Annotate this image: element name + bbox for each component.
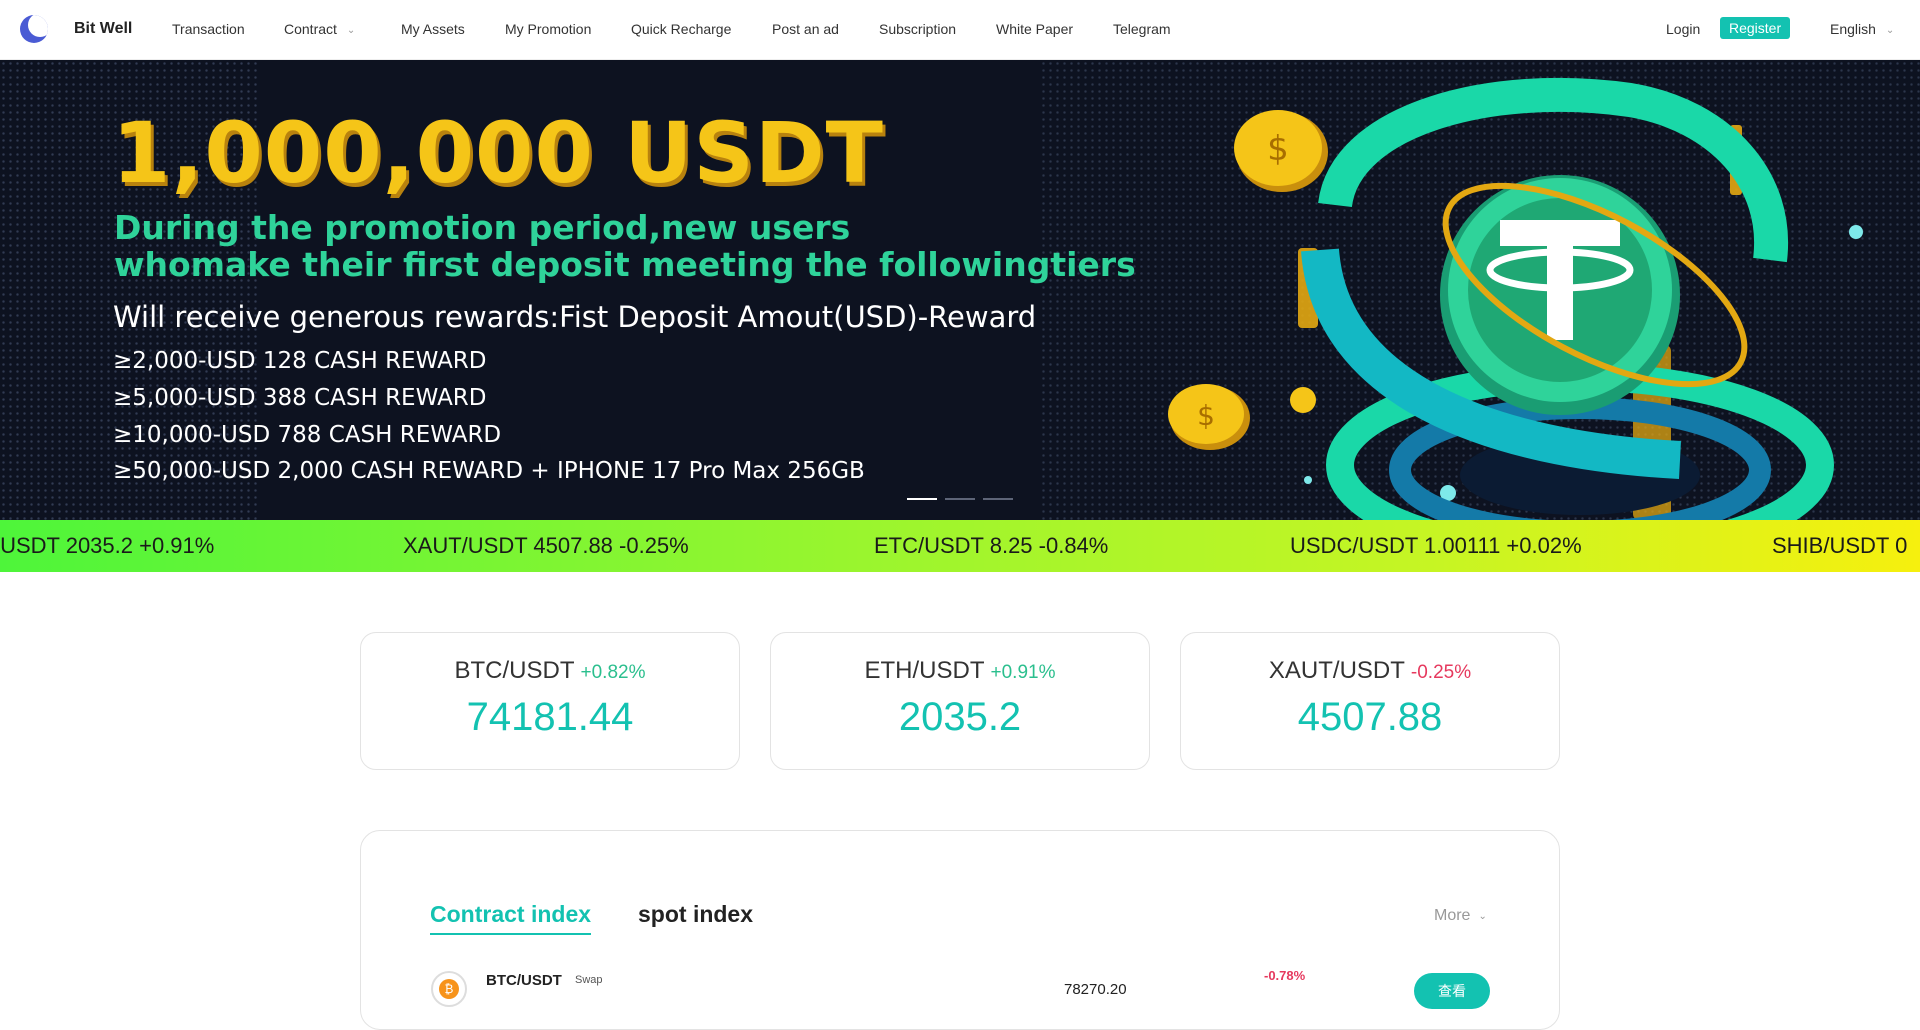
- tab-spot-index[interactable]: spot index: [638, 901, 753, 928]
- banner-tier: ≥2,000-USD 128 CASH REWARD: [113, 348, 487, 374]
- card-header: BTC/USDT +0.82%: [361, 657, 739, 685]
- card-price: 4507.88: [1297, 695, 1443, 739]
- nav-my-assets[interactable]: My Assets: [401, 21, 465, 37]
- nav-transaction[interactable]: Transaction: [172, 21, 245, 37]
- index-panel: Contract index spot index More ⌄ BTC/USDT…: [360, 830, 1560, 1030]
- banner-subtitle-line1: During the promotion period,new users: [114, 208, 851, 247]
- banner-title: 1,000,000 USDT: [112, 104, 884, 202]
- nav-white-paper[interactable]: White Paper: [996, 21, 1073, 37]
- login-link[interactable]: Login: [1666, 21, 1700, 37]
- card-change: +0.82%: [580, 662, 646, 683]
- ticker-item[interactable]: ETH/USDT 2035.2 +0.91%: [0, 533, 214, 559]
- more-label: More: [1434, 907, 1471, 924]
- chevron-down-icon: ⌄: [346, 25, 356, 36]
- nav-post-an-ad[interactable]: Post an ad: [772, 21, 839, 37]
- top-navbar: Bit Well Transaction Contract ⌄ My Assets…: [0, 0, 1920, 60]
- slide-indicator-2[interactable]: [945, 498, 975, 500]
- nav-telegram[interactable]: Telegram: [1113, 21, 1171, 37]
- tab-contract-index[interactable]: Contract index: [430, 901, 592, 935]
- register-button[interactable]: Register: [1720, 17, 1791, 39]
- ticker-item[interactable]: ETC/USDT 8.25 -0.84%: [874, 533, 1108, 559]
- card-pair: BTC/USDT: [454, 657, 575, 684]
- language-label: English: [1830, 21, 1876, 37]
- card-header: ETH/USDT +0.91%: [771, 657, 1149, 685]
- chevron-down-icon: ⌄: [1885, 25, 1895, 36]
- banner-tier: ≥5,000-USD 388 CASH REWARD: [113, 385, 487, 411]
- card-change: -0.25%: [1410, 662, 1472, 683]
- slide-indicator-1[interactable]: [907, 498, 937, 500]
- promo-banner[interactable]: 1,000,000 USDT During the promotion peri…: [0, 60, 1920, 520]
- row-price: 78270.20: [1064, 981, 1127, 998]
- svg-text:$: $: [1197, 399, 1215, 432]
- banner-body: Will receive generous rewards:Fist Depos…: [113, 300, 1037, 334]
- price-card-xaut[interactable]: XAUT/USDT -0.25% 4507.88: [1180, 632, 1560, 770]
- more-link[interactable]: More ⌄: [1434, 907, 1487, 925]
- banner-tier: ≥50,000-USD 2,000 CASH REWARD + IPHONE 1…: [113, 458, 865, 484]
- nav-contract[interactable]: Contract ⌄: [284, 21, 355, 37]
- card-change: +0.91%: [990, 662, 1056, 683]
- card-price: 74181.44: [466, 695, 634, 739]
- price-card-eth[interactable]: ETH/USDT +0.91% 2035.2: [770, 632, 1150, 770]
- logo-icon[interactable]: [20, 15, 48, 43]
- slide-indicator-3[interactable]: [983, 498, 1013, 500]
- banner-subtitle-line2: whomake their first deposit meeting the …: [114, 245, 1136, 284]
- svg-text:$: $: [1267, 129, 1289, 169]
- chevron-down-icon: ⌄: [1478, 911, 1487, 922]
- row-pair: BTC/USDT: [486, 972, 562, 989]
- nav-contract-label: Contract: [284, 21, 337, 37]
- price-card-btc[interactable]: BTC/USDT +0.82% 74181.44: [360, 632, 740, 770]
- bitcoin-icon: [431, 971, 467, 1007]
- card-header: XAUT/USDT -0.25%: [1181, 657, 1559, 685]
- banner-tier: ≥10,000-USD 788 CASH REWARD: [113, 422, 502, 448]
- language-selector[interactable]: English ⌄: [1830, 21, 1894, 37]
- ticker-item[interactable]: USDC/USDT 1.00111 +0.02%: [1290, 533, 1582, 559]
- price-ticker: ETH/USDT 2035.2 +0.91% XAUT/USDT 4507.88…: [0, 520, 1920, 572]
- nav-quick-recharge[interactable]: Quick Recharge: [631, 21, 731, 37]
- nav-subscription[interactable]: Subscription: [879, 21, 956, 37]
- ticker-item[interactable]: SHIB/USDT 0: [1772, 533, 1907, 559]
- brand-name[interactable]: Bit Well: [74, 20, 132, 38]
- tether-coin-illustration: $ $: [1168, 77, 1863, 520]
- card-pair: XAUT/USDT: [1268, 657, 1405, 684]
- view-button[interactable]: 查看: [1414, 973, 1490, 1009]
- card-price: 2035.2: [898, 695, 1022, 739]
- row-change: -0.78%: [1264, 968, 1306, 983]
- ticker-item[interactable]: XAUT/USDT 4507.88 -0.25%: [403, 533, 689, 559]
- card-pair: ETH/USDT: [864, 657, 985, 684]
- row-tag: Swap: [575, 974, 603, 986]
- nav-my-promotion[interactable]: My Promotion: [505, 21, 591, 37]
